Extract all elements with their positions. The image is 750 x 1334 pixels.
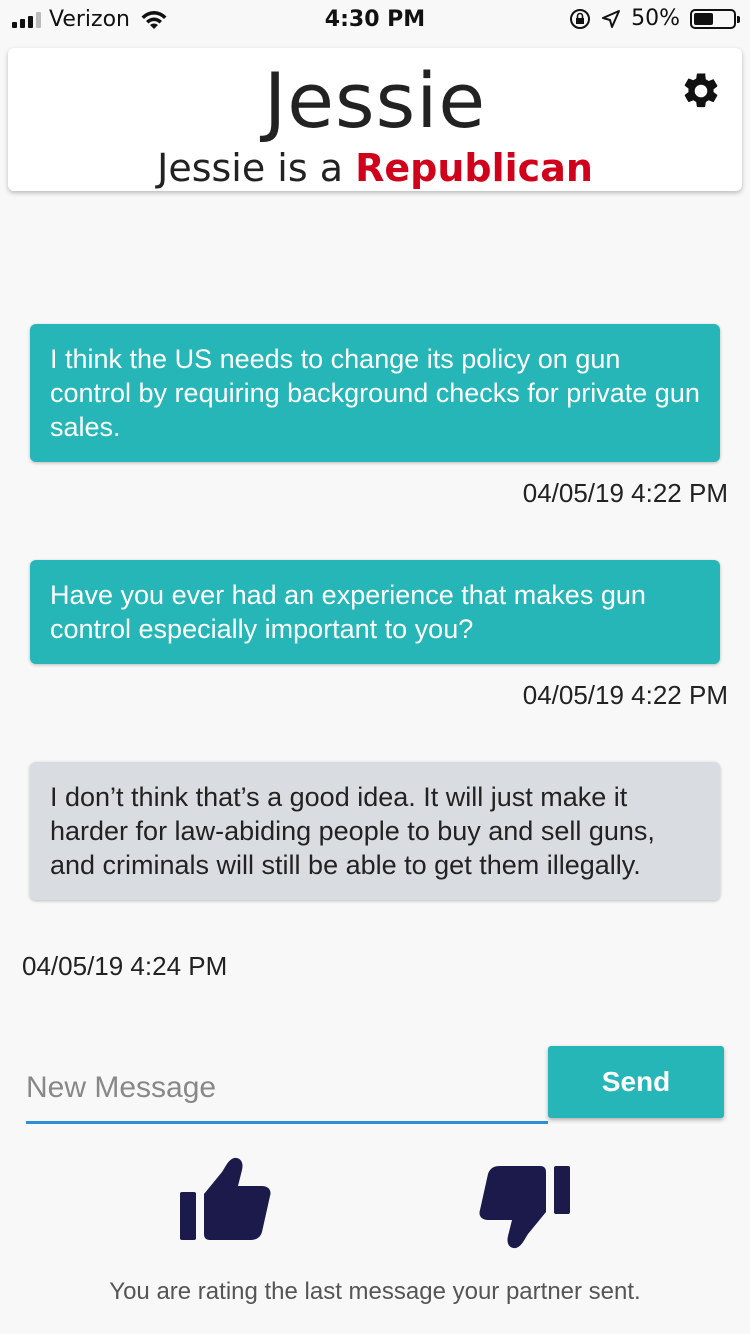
affiliation-prefix: Jessie is a bbox=[157, 146, 344, 190]
partner-affiliation: Jessie is a Republican bbox=[8, 146, 742, 190]
gear-icon[interactable] bbox=[680, 70, 722, 112]
battery-percent: 50% bbox=[631, 6, 680, 31]
message-bubble-outgoing: I think the US needs to change its polic… bbox=[30, 324, 720, 462]
send-button[interactable]: Send bbox=[548, 1046, 724, 1118]
location-arrow-icon bbox=[602, 9, 621, 28]
message-timestamp: 04/05/19 4:24 PM bbox=[22, 951, 228, 981]
status-bar: Verizon 4:30 PM 50% bbox=[0, 0, 750, 40]
thumbs-down-icon[interactable] bbox=[478, 1164, 572, 1250]
party-label: Republican bbox=[355, 146, 593, 190]
new-message-input[interactable] bbox=[26, 1054, 548, 1124]
message-text: I think the US needs to change its polic… bbox=[50, 344, 700, 442]
message-text: Have you ever had an experience that mak… bbox=[50, 580, 646, 644]
message-timestamp: 04/05/19 4:22 PM bbox=[522, 478, 728, 508]
status-right: 50% bbox=[569, 6, 740, 31]
message-timestamp: 04/05/19 4:22 PM bbox=[522, 680, 728, 710]
battery-fill bbox=[694, 12, 713, 25]
partner-header: Jessie Jessie is a Republican bbox=[8, 48, 742, 191]
message-bubble-outgoing: Have you ever had an experience that mak… bbox=[30, 560, 720, 664]
message-bubble-incoming: I don’t think that’s a good idea. It wil… bbox=[30, 762, 720, 900]
orientation-lock-icon bbox=[570, 8, 591, 29]
rating-note: You are rating the last message your par… bbox=[109, 1278, 641, 1305]
partner-name: Jessie bbox=[263, 56, 487, 145]
thumbs-up-icon[interactable] bbox=[178, 1156, 272, 1242]
message-text: I don’t think that’s a good idea. It wil… bbox=[50, 782, 655, 880]
battery-icon bbox=[690, 8, 740, 29]
